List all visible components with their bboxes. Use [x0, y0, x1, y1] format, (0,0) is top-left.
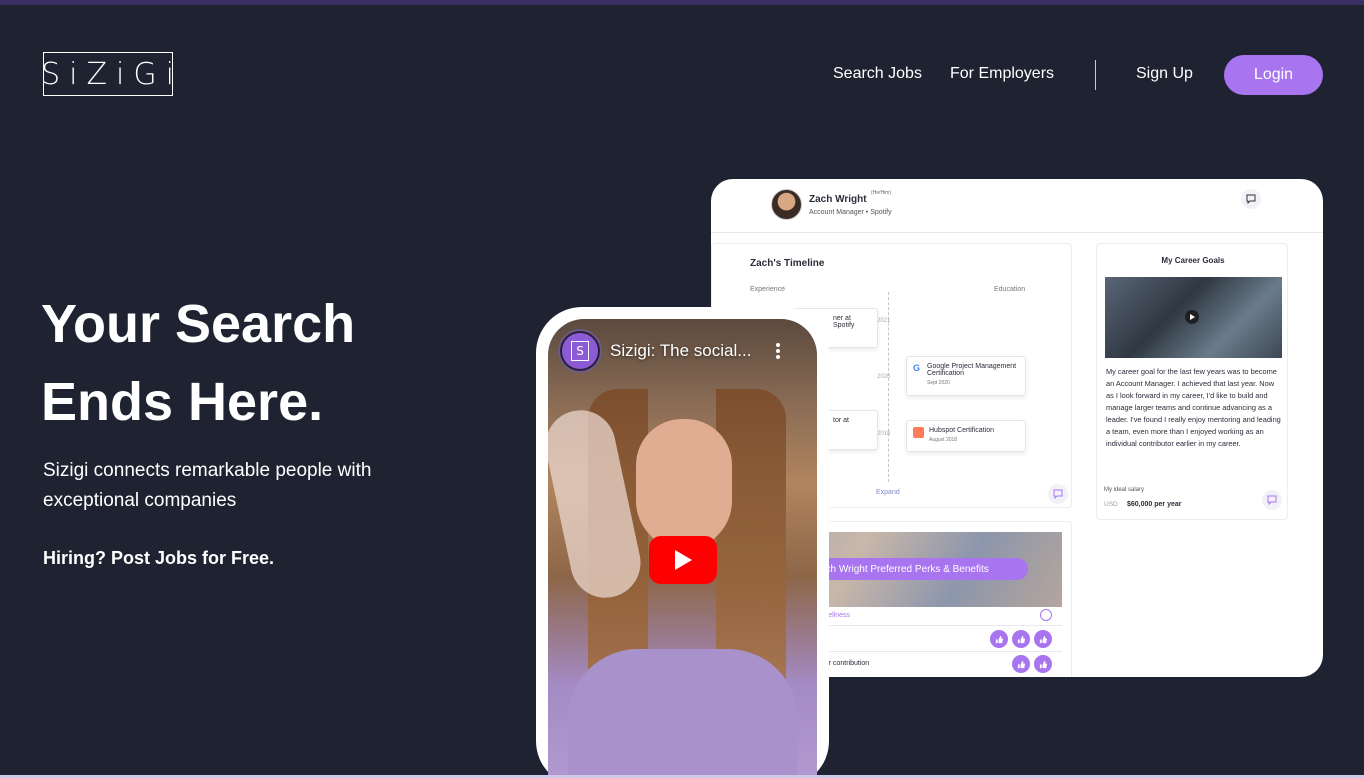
channel-avatar-inner: S: [562, 333, 598, 369]
education-title: Hubspot Certification: [929, 427, 994, 434]
timeline-year: 2018: [877, 431, 891, 437]
perk-divider: [812, 625, 1062, 626]
nav-for-employers[interactable]: For Employers: [950, 65, 1054, 83]
thumbs-up-icon[interactable]: [1034, 655, 1052, 673]
timeline-education-item[interactable]: Hubspot Certification August 2018: [906, 420, 1026, 452]
timeline-education-header: Education: [994, 286, 1026, 293]
perks-title: ach Wright Preferred Perks & Benefits: [810, 558, 1028, 580]
message-icon[interactable]: [1262, 490, 1282, 510]
video-frame-detail: [568, 649, 798, 778]
profile-header: Zach Wright (He/Him) Account Manager • S…: [711, 179, 1323, 233]
channel-avatar[interactable]: S: [558, 329, 602, 373]
top-accent-strip: [0, 0, 1364, 5]
profile-role: Account Manager • Spotify: [809, 209, 892, 216]
avatar: [771, 189, 802, 220]
career-goals-video-thumbnail[interactable]: [1105, 277, 1282, 358]
hero-title-line-2: Ends Here.: [41, 372, 324, 432]
career-goals-panel: My Career Goals My career goal for the l…: [1096, 243, 1288, 520]
timeline-title: Zach's Timeline: [750, 258, 825, 269]
message-icon[interactable]: [1048, 484, 1068, 504]
timeline-education-item[interactable]: G Google Project Management Certificatio…: [906, 356, 1026, 396]
salary-currency: USD: [1104, 501, 1118, 508]
education-date: August 2018: [929, 437, 958, 443]
youtube-play-button[interactable]: [649, 536, 717, 584]
career-goals-title: My Career Goals: [1161, 256, 1225, 265]
salary-label: My ideal salary: [1104, 487, 1145, 493]
thumbs-up-icon[interactable]: [1034, 630, 1052, 648]
timeline-experience-header: Experience: [750, 286, 786, 293]
thumbs-up-icon[interactable]: [1012, 655, 1030, 673]
message-icon[interactable]: [1241, 189, 1261, 209]
nav-divider: [1095, 60, 1096, 90]
phone-mockup: S Sizigi: The social...: [536, 307, 829, 778]
thumbs-up-icon[interactable]: [1012, 630, 1030, 648]
post-jobs-link[interactable]: Hiring? Post Jobs for Free.: [43, 548, 274, 569]
channel-initial: S: [571, 341, 589, 361]
video-player[interactable]: S Sizigi: The social...: [548, 319, 817, 778]
google-icon: G: [913, 363, 921, 373]
video-frame-detail: [636, 419, 732, 549]
main-nav: Search Jobs For Employers Sign Up Login: [0, 55, 1364, 95]
nav-search-jobs[interactable]: Search Jobs: [833, 65, 922, 83]
timeline-expand-link[interactable]: Expand: [876, 489, 900, 496]
salary-value: $60,000 per year: [1127, 501, 1182, 508]
play-icon[interactable]: [1185, 310, 1199, 324]
hero-title-line-1: Your Search: [41, 294, 356, 354]
video-title[interactable]: Sizigi: The social...: [610, 341, 751, 361]
collapse-icon[interactable]: [1040, 609, 1052, 621]
education-title: Google Project Management Certification: [927, 363, 1017, 377]
hero-title: Your Search Ends Here.: [41, 285, 501, 441]
profile-name: Zach Wright: [809, 194, 867, 205]
thumbs-up-icon[interactable]: [990, 630, 1008, 648]
more-options-icon[interactable]: [776, 343, 782, 361]
timeline-year: 2021: [877, 318, 891, 324]
hubspot-icon: [913, 427, 924, 438]
profile-pronouns: (He/Him): [871, 190, 891, 196]
timeline-year: 2020: [877, 374, 891, 380]
login-button[interactable]: Login: [1224, 55, 1323, 95]
education-date: Sept 2020: [927, 380, 950, 386]
nav-sign-up[interactable]: Sign Up: [1136, 65, 1193, 83]
hero-subtitle: Sizigi connects remarkable people with e…: [43, 460, 372, 511]
perk-divider: [812, 651, 1062, 652]
career-goals-text: My career goal for the last few years wa…: [1106, 367, 1281, 448]
play-icon: [675, 550, 692, 570]
